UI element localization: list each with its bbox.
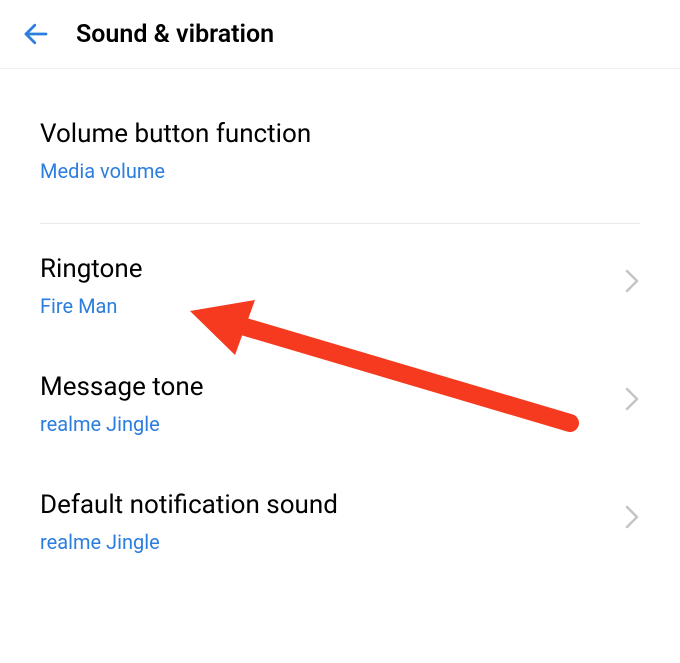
setting-value: realme Jingle [40,412,640,436]
setting-label: Message tone [40,372,640,402]
setting-label: Ringtone [40,254,640,284]
settings-list: Volume button function Media volume Ring… [0,69,680,578]
chevron-right-icon [624,504,640,534]
setting-message-tone[interactable]: Message tone realme Jingle [40,342,640,460]
setting-value: Fire Man [40,294,640,318]
header: Sound & vibration [0,0,680,69]
setting-label: Volume button function [40,119,640,149]
setting-ringtone[interactable]: Ringtone Fire Man [40,224,640,342]
setting-value: realme Jingle [40,530,640,554]
arrow-left-icon [21,19,51,49]
setting-label: Default notification sound [40,490,640,520]
page-title: Sound & vibration [76,20,274,49]
setting-default-notification-sound[interactable]: Default notification sound realme Jingle [40,460,640,578]
back-button[interactable] [20,18,52,50]
setting-value: Media volume [40,159,640,183]
setting-volume-button-function[interactable]: Volume button function Media volume [40,69,640,224]
chevron-right-icon [624,386,640,416]
chevron-right-icon [624,268,640,298]
